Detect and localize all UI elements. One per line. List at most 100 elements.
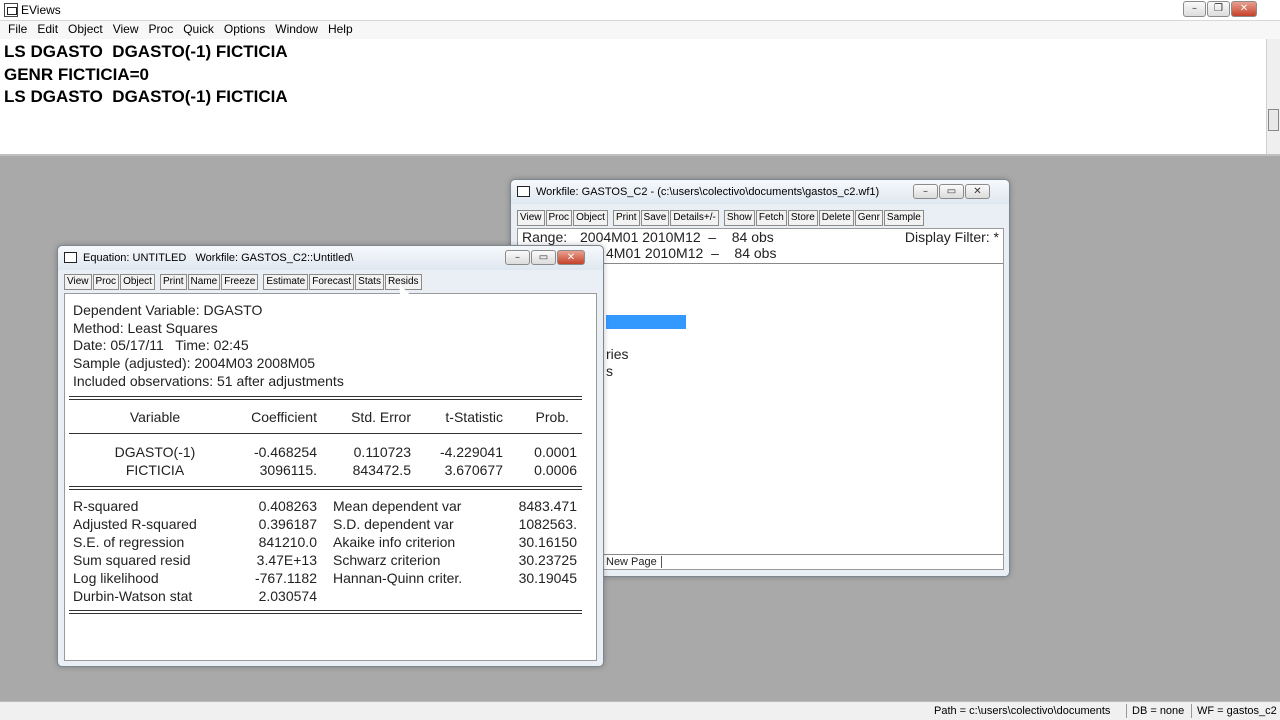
- col-header-variable: Variable: [129, 409, 181, 425]
- window-icon: [517, 186, 530, 197]
- equation-output[interactable]: Dependent Variable: DGASTO Method: Least…: [64, 293, 597, 661]
- command-line[interactable]: LS DGASTO DGASTO(-1) FICTICIA: [4, 87, 288, 107]
- wf-print-button[interactable]: Print: [612, 210, 640, 226]
- stat-value: 30.16150: [518, 534, 577, 550]
- menu-edit[interactable]: Edit: [33, 21, 62, 39]
- table-cell: 3096115.: [259, 462, 317, 478]
- stat-label: Adjusted R-squared: [73, 516, 197, 532]
- equation-title-bar[interactable]: Equation: UNTITLED Workfile: GASTOS_C2::…: [58, 246, 603, 270]
- menu-window[interactable]: Window: [271, 21, 322, 39]
- wf-show-button[interactable]: Show: [723, 210, 755, 226]
- eq-forecast-button[interactable]: Forecast: [309, 274, 355, 290]
- equation-window[interactable]: Equation: UNTITLED Workfile: GASTOS_C2::…: [57, 245, 604, 667]
- header-line: Included observations: 51 after adjustme…: [73, 373, 344, 389]
- wf-proc-button[interactable]: Proc: [545, 210, 573, 226]
- stat-value: 1082563.: [518, 516, 577, 532]
- stat-value: -767.1182: [254, 570, 317, 586]
- maximize-icon[interactable]: ▭: [531, 250, 556, 265]
- menu-view[interactable]: View: [109, 21, 143, 39]
- object-label[interactable]: s: [606, 363, 613, 379]
- equation-toolbar: View Proc Object Print Name Freeze Estim…: [64, 274, 423, 290]
- eq-freeze-button[interactable]: Freeze: [221, 274, 259, 290]
- close-icon[interactable]: ✕: [557, 250, 585, 265]
- scrollbar-thumb[interactable]: [1268, 109, 1279, 131]
- close-icon[interactable]: ✕: [965, 184, 990, 199]
- restore-icon[interactable]: ❐: [1207, 1, 1230, 17]
- object-label[interactable]: ries: [606, 346, 629, 362]
- wf-delete-button[interactable]: Delete: [818, 210, 854, 226]
- stat-value: 30.23725: [518, 552, 577, 568]
- col-header-prob: Prob.: [535, 409, 569, 425]
- stat-label: Log likelihood: [73, 570, 159, 586]
- table-cell: 843472.5: [352, 462, 411, 478]
- display-filter[interactable]: Display Filter: *: [905, 229, 999, 245]
- double-rule: [69, 486, 582, 490]
- minimize-icon[interactable]: –: [505, 250, 530, 265]
- minimize-icon[interactable]: –: [913, 184, 938, 199]
- stat-value: 2.030574: [258, 588, 317, 604]
- status-wf: WF = gastos_c2: [1197, 705, 1277, 717]
- workfile-toolbar: View Proc Object Print Save Details+/- S…: [517, 210, 925, 226]
- wf-object-button[interactable]: Object: [573, 210, 608, 226]
- wf-store-button[interactable]: Store: [787, 210, 818, 226]
- stat-label: S.D. dependent var: [333, 516, 454, 532]
- menu-options[interactable]: Options: [220, 21, 269, 39]
- workfile-title: Workfile: GASTOS_C2 - (c:\users\colectiv…: [536, 186, 880, 198]
- eq-proc-button[interactable]: Proc: [92, 274, 120, 290]
- wf-save-button[interactable]: Save: [640, 210, 670, 226]
- double-rule: [69, 396, 582, 400]
- header-line: Method: Least Squares: [73, 320, 218, 336]
- menu-file[interactable]: File: [4, 21, 31, 39]
- command-line[interactable]: GENR FICTICIA=0: [4, 65, 149, 85]
- eq-print-button[interactable]: Print: [159, 274, 187, 290]
- status-bar: Path = c:\users\colectivo\documents DB =…: [0, 701, 1280, 720]
- eviews-app-icon: [4, 3, 18, 17]
- stat-label: R-squared: [73, 498, 139, 514]
- eq-estimate-button[interactable]: Estimate: [263, 274, 309, 290]
- stat-label: Hannan-Quinn criter.: [333, 570, 463, 586]
- stat-value: 3.47E+13: [256, 552, 317, 568]
- header-line: Sample (adjusted): 2004M03 2008M05: [73, 355, 316, 371]
- table-cell: 0.0001: [534, 444, 577, 460]
- wf-genr-button[interactable]: Genr: [854, 210, 883, 226]
- selected-object-highlight[interactable]: [606, 315, 686, 329]
- workfile-title-bar[interactable]: Workfile: GASTOS_C2 - (c:\users\colectiv…: [511, 180, 1009, 204]
- stat-value: 0.396187: [258, 516, 317, 532]
- app-title: EViews: [21, 3, 61, 17]
- equation-title: Equation: UNTITLED Workfile: GASTOS_C2::…: [83, 252, 354, 264]
- status-divider: [1126, 704, 1127, 718]
- table-cell: 0.110723: [353, 444, 411, 460]
- stat-label: Akaike info criterion: [333, 534, 456, 550]
- table-cell: DGASTO(-1): [114, 444, 196, 460]
- stat-label: Sum squared resid: [73, 552, 191, 568]
- command-scrollbar[interactable]: [1266, 39, 1280, 154]
- range-label: Range:: [522, 229, 568, 245]
- maximize-icon[interactable]: ▭: [939, 184, 964, 199]
- menu-proc[interactable]: Proc: [145, 21, 178, 39]
- table-cell: 3.670677: [444, 462, 503, 478]
- eq-object-button[interactable]: Object: [120, 274, 155, 290]
- col-header-std-error: Std. Error: [351, 409, 411, 425]
- header-line: Dependent Variable: DGASTO: [73, 302, 263, 318]
- menu-quick[interactable]: Quick: [179, 21, 218, 39]
- eq-name-button[interactable]: Name: [187, 274, 221, 290]
- eq-stats-button[interactable]: Stats: [355, 274, 384, 290]
- menu-object[interactable]: Object: [64, 21, 107, 39]
- command-line[interactable]: LS DGASTO DGASTO(-1) FICTICIA: [4, 42, 288, 62]
- close-icon[interactable]: ✕: [1231, 1, 1257, 17]
- table-cell: -4.229041: [439, 444, 503, 460]
- sample-value[interactable]: 4M01 2010M12 – 84 obs: [606, 245, 776, 261]
- range-value[interactable]: 2004M01 2010M12 – 84 obs: [580, 229, 774, 245]
- wf-details-button[interactable]: Details+/-: [670, 210, 719, 226]
- command-window[interactable]: LS DGASTO DGASTO(-1) FICTICIA GENR FICTI…: [0, 39, 1280, 156]
- stat-label: Durbin-Watson stat: [73, 588, 193, 604]
- rule: [69, 433, 582, 434]
- menu-help[interactable]: Help: [324, 21, 357, 39]
- equation-window-controls: – ▭ ✕: [505, 250, 585, 265]
- wf-fetch-button[interactable]: Fetch: [755, 210, 787, 226]
- wf-view-button[interactable]: View: [517, 210, 545, 226]
- new-page-tab[interactable]: New Page: [606, 556, 662, 568]
- wf-sample-button[interactable]: Sample: [883, 210, 924, 226]
- minimize-icon[interactable]: –: [1183, 1, 1206, 17]
- eq-view-button[interactable]: View: [64, 274, 92, 290]
